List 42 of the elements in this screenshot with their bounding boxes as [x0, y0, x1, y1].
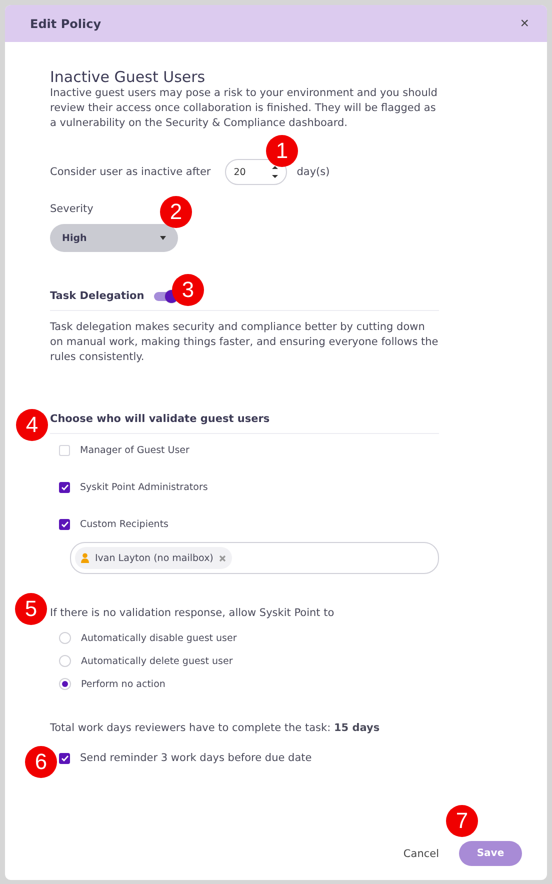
- severity-dropdown[interactable]: High: [50, 224, 178, 252]
- severity-label: Severity: [50, 203, 94, 215]
- radio-label: Automatically disable guest user: [81, 632, 237, 644]
- radio-button[interactable]: [59, 632, 71, 644]
- checkbox-label: Manager of Guest User: [80, 445, 190, 456]
- check-icon: [60, 484, 68, 491]
- fallback-label: If there is no validation response, allow Syskit Point to: [50, 607, 334, 619]
- callout-marker: 2: [160, 196, 192, 228]
- checkbox[interactable]: [59, 519, 70, 530]
- description-text: Task delegation makes security and compliance better by cutting down on manual work, making things faster, and ensuring everyone follows the rules consistently.: [50, 320, 439, 365]
- dialog-title: Edit Policy: [30, 16, 102, 30]
- validators-heading: Choose who will validate guest users: [50, 413, 270, 425]
- callout-marker: 5: [15, 593, 47, 625]
- callout-marker: 6: [25, 746, 57, 778]
- radio-label: Automatically delete guest user: [81, 656, 233, 666]
- description-text: Inactive guest users may pose a risk to your environment and you should review their access once collaboration is finished. They will be flagged as a vulnerability on the Security & Compliance dashboard.: [50, 86, 438, 131]
- section-heading: Inactive Guest Users: [50, 68, 206, 86]
- callout-marker: 1: [266, 135, 298, 167]
- caret-icon: [160, 236, 166, 240]
- recipients-field[interactable]: Ivan Layton (no mailbox): [70, 542, 439, 574]
- checkbox[interactable]: [59, 482, 70, 493]
- person-icon: [81, 553, 89, 563]
- check-icon: [60, 754, 68, 762]
- checkbox[interactable]: [59, 752, 70, 764]
- close-button[interactable]: ×: [520, 15, 529, 32]
- spinner-arrows-icon: [272, 165, 278, 179]
- checkbox-label: Syskit Point Administrators: [80, 482, 208, 493]
- inactive-label: Consider user as inactive after: [50, 166, 211, 178]
- radio-label: Perform no action: [81, 678, 166, 690]
- total-days-text: Total work days reviewers have to complete the task: 15 days: [50, 721, 381, 736]
- callout-marker: 3: [172, 274, 204, 306]
- reminder-label: Send reminder 3 work days before due date: [80, 752, 312, 764]
- radio-button[interactable]: [59, 655, 71, 667]
- radio-button[interactable]: [59, 678, 71, 690]
- task-delegation-label: Task Delegation: [50, 290, 144, 302]
- days-unit: day(s): [296, 166, 330, 178]
- check-icon: [60, 521, 68, 528]
- recipient-name: Ivan Layton (no mailbox): [95, 552, 214, 564]
- callout-marker: 7: [446, 805, 478, 837]
- callout-marker: 4: [16, 409, 48, 441]
- checkbox-label: Custom Recipients: [80, 519, 169, 530]
- cancel-button[interactable]: Cancel: [403, 848, 439, 860]
